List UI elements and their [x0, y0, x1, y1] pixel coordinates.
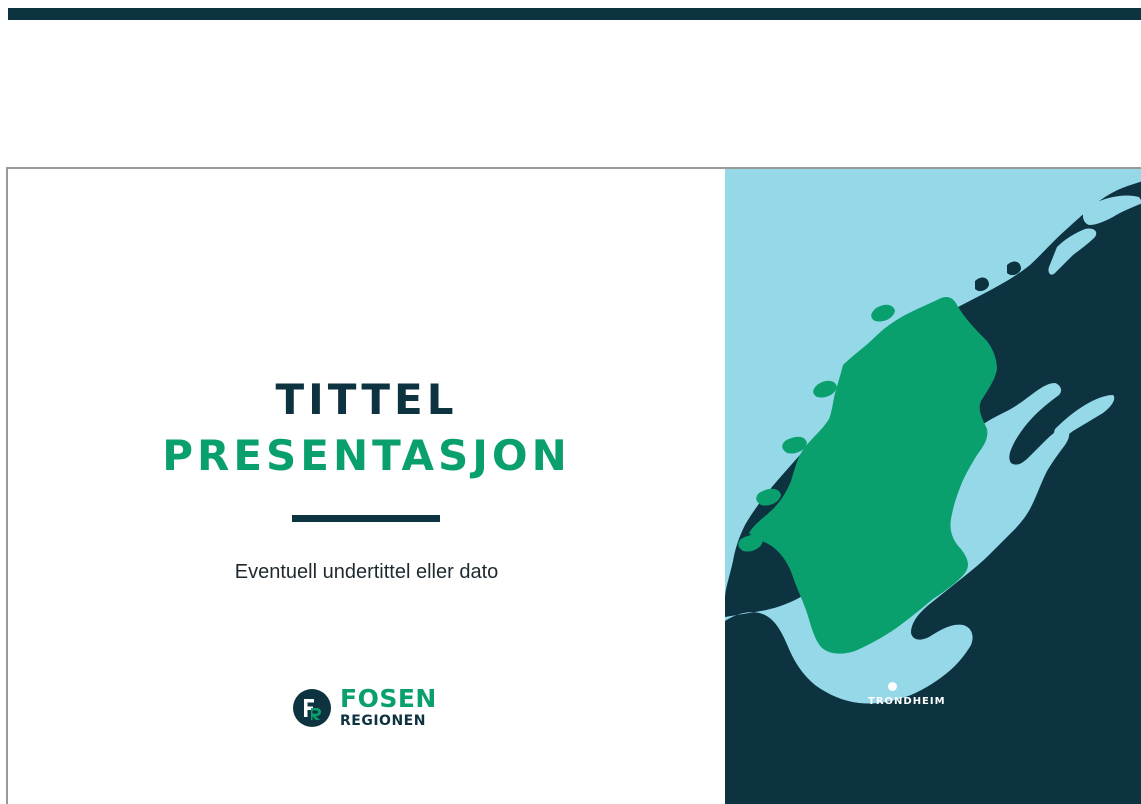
slide-title-line-1: TITTEL: [275, 375, 458, 424]
slide-text-panel: TITTEL PRESENTASJON Eventuell undertitte…: [8, 169, 725, 804]
slide-subtitle: Eventuell undertittel eller dato: [234, 561, 499, 583]
trondheim-marker: [888, 682, 897, 691]
presentation-page: TITTEL PRESENTASJON Eventuell undertitte…: [0, 0, 1141, 804]
map-inner-fjord: [1049, 395, 1115, 449]
trondheim-label: TRONDHEIM: [868, 696, 946, 707]
region-map-graphic: [725, 169, 1141, 704]
logo-word-fosen: FOSEN: [340, 684, 437, 713]
logo-word-regionen: REGIONEN: [340, 713, 426, 729]
region-map: TRONDHEIM: [725, 169, 1141, 804]
title-slide[interactable]: TITTEL PRESENTASJON Eventuell undertitte…: [6, 167, 1141, 804]
fosen-regionen-logo: FOSEN REGIONEN: [293, 684, 453, 732]
title-divider: [292, 515, 440, 522]
top-bar: [8, 8, 1141, 20]
slide-title-line-2: PRESENTASJON: [162, 431, 571, 480]
map-island-4: [738, 534, 763, 552]
fosen-regionen-fr-mark-icon: [293, 689, 331, 727]
